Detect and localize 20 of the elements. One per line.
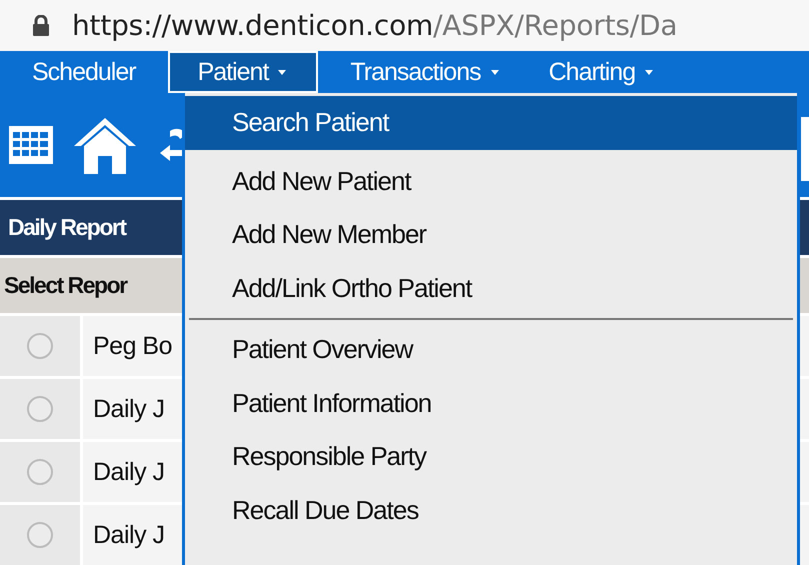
- column-header: Select Repor: [4, 272, 127, 299]
- radio-button[interactable]: [27, 333, 53, 359]
- menu-item[interactable]: Search Patient: [185, 96, 797, 150]
- menu-item[interactable]: Add New Patient: [185, 154, 797, 208]
- lock-icon: [32, 14, 50, 36]
- nav-menu-item[interactable]: Patient: [168, 51, 318, 93]
- menu-item[interactable]: Add/Link Ortho Patient: [185, 262, 797, 315]
- home-icon[interactable]: [72, 116, 138, 174]
- address-bar[interactable]: https://www.denticon.com/ASPX/Reports/Da: [0, 0, 809, 51]
- menu-item[interactable]: Add New Member: [185, 208, 797, 262]
- nav-menu-item[interactable]: Transactions: [332, 51, 517, 93]
- url-text: https://www.denticon.com/ASPX/Reports/Da: [72, 9, 678, 42]
- radio-button[interactable]: [27, 459, 53, 485]
- panel-title: Daily Report: [8, 214, 126, 241]
- nav-menu-item[interactable]: Scheduler: [14, 51, 154, 93]
- radio-button[interactable]: [27, 396, 53, 422]
- calendar-icon[interactable]: [8, 125, 54, 165]
- nav-menu-item[interactable]: Charting: [530, 51, 672, 93]
- input-field[interactable]: [801, 117, 809, 181]
- radio-button[interactable]: [27, 522, 53, 548]
